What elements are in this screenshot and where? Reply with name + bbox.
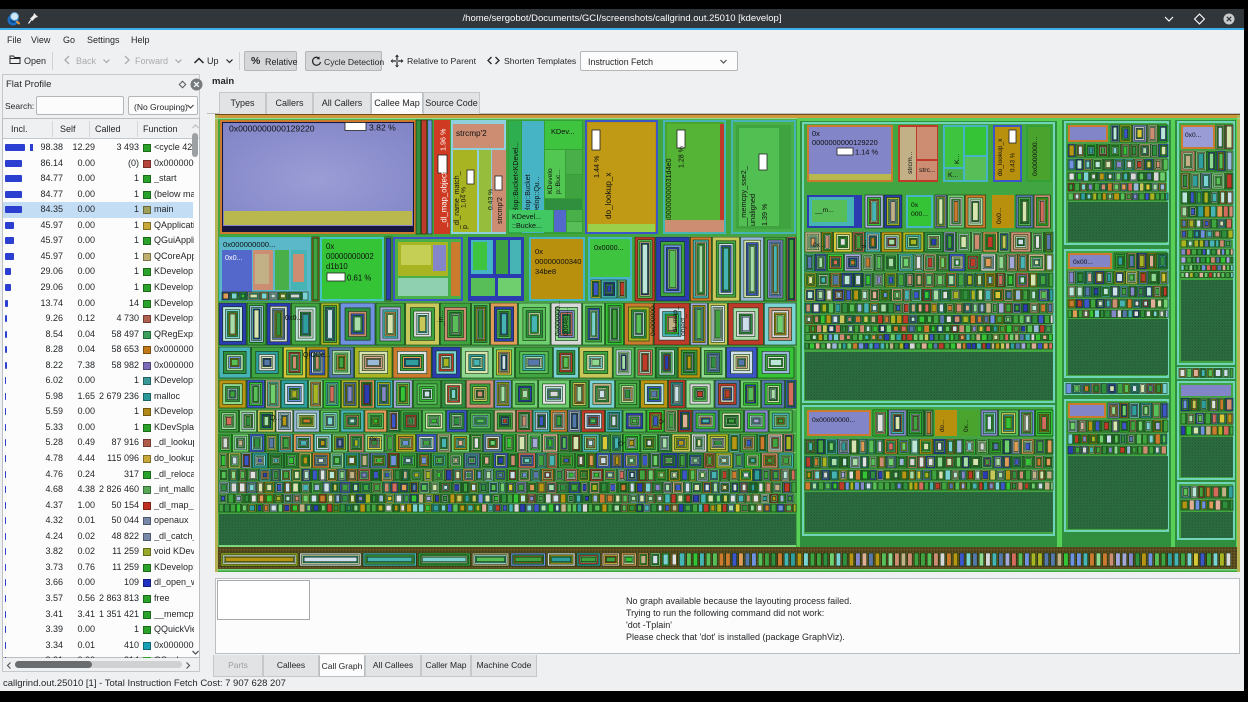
svg-text:_dl_map_object: _dl_map_object (440, 171, 449, 228)
svg-text:0x0...: 0x0... (285, 313, 303, 322)
svg-text:Q...: Q... (658, 413, 665, 424)
svg-text:strcmp'2: strcmp'2 (495, 197, 504, 224)
svg-text:0x0...: 0x0... (1185, 132, 1201, 139)
svg-text:0x0000000...: 0x0000000... (1032, 137, 1039, 176)
svg-text:_dl_map_: _dl_map_ (672, 306, 679, 337)
svg-text:0x0000000000129220: 0x0000000000129220 (229, 124, 315, 134)
svg-text:strc...: strc... (919, 167, 936, 174)
svg-text:0.43 %: 0.43 % (1010, 152, 1017, 172)
svg-text:1.04 %: 1.04 % (461, 187, 468, 208)
svg-text:0x...: 0x... (813, 242, 826, 249)
svg-text:Q...: Q... (270, 415, 281, 422)
svg-text:strcm...: strcm... (907, 152, 914, 174)
svg-text:do_lookup_x: do_lookup_x (604, 173, 613, 219)
svg-text:3.82 %: 3.82 % (369, 123, 396, 133)
svg-text:0.43 %: 0.43 % (488, 189, 495, 210)
svg-text:__m...: __m... (814, 207, 834, 214)
svg-text:d...: d... (861, 239, 868, 248)
svg-text:1.14 %: 1.14 % (855, 148, 878, 157)
svg-text:0x: 0x (812, 129, 820, 138)
svg-text:0x0...: 0x0... (996, 207, 1003, 224)
svg-text:__memcpy_sse2_: __memcpy_sse2_ (739, 165, 748, 227)
svg-text:1.28 %: 1.28 % (679, 146, 686, 168)
svg-text:000...: 000... (911, 211, 928, 218)
svg-text:K...: K... (948, 172, 958, 179)
svg-text:0x: 0x (535, 247, 543, 256)
svg-text:0.61 %: 0.61 % (347, 274, 371, 283)
svg-text:0x...: 0x... (963, 420, 970, 432)
svg-text:p::Buc...: p::Buc... (555, 169, 562, 194)
svg-text:1.96 %: 1.96 % (439, 128, 448, 151)
svg-text:KDevel...: KDevel... (512, 212, 541, 221)
svg-text:Q...: Q... (618, 436, 625, 446)
svg-text:0x00000000031d4e0: 0x00000000031d4e0 (664, 158, 673, 226)
svg-text:KDev...: KDev... (551, 127, 575, 136)
svg-text:0x...: 0x... (370, 436, 383, 443)
svg-text:object_...: object_... (680, 308, 687, 336)
svg-text:d1b10: d1b10 (326, 262, 348, 271)
svg-text:do_lookup_x: do_lookup_x (997, 138, 1004, 176)
svg-text:1.39 %: 1.39 % (760, 203, 769, 226)
svg-text:0x0...: 0x0... (225, 253, 243, 262)
svg-text:0x0000...: 0x0000... (594, 243, 624, 252)
svg-text:0000000000129220: 0000000000129220 (812, 138, 878, 147)
svg-text:0x000000...: 0x000000... (650, 300, 657, 336)
svg-text:000461...: 000461... (563, 308, 570, 336)
svg-text:00000000002: 00000000002 (326, 252, 374, 261)
svg-text:00000000340: 00000000340 (535, 257, 581, 266)
svg-text:0x: 0x (326, 242, 334, 251)
svg-text:0x00000000...: 0x00000000... (812, 417, 855, 424)
svg-text:p: p (462, 225, 469, 229)
svg-text:0x: 0x (911, 202, 919, 209)
svg-text:_in...: _in... (438, 311, 445, 327)
svg-text:unaligned: unaligned (748, 194, 757, 226)
svg-text:K...: K... (954, 154, 961, 164)
svg-text:KDevelo: KDevelo (547, 168, 554, 194)
svg-text:0x000000000...: 0x000000000... (223, 240, 275, 249)
svg-text:do...: do... (939, 419, 946, 432)
svg-text:1.44 %: 1.44 % (592, 155, 601, 178)
svg-text:0x00...: 0x00... (1073, 259, 1093, 266)
svg-text:::Bucke...: ::Bucke... (512, 221, 542, 230)
svg-text:QIODe...: QIODe... (303, 352, 331, 359)
svg-text:strcmp'2: strcmp'2 (456, 129, 487, 138)
svg-text:0x000000...: 0x000000... (555, 300, 562, 336)
svg-text:34be8: 34be8 (535, 267, 556, 276)
